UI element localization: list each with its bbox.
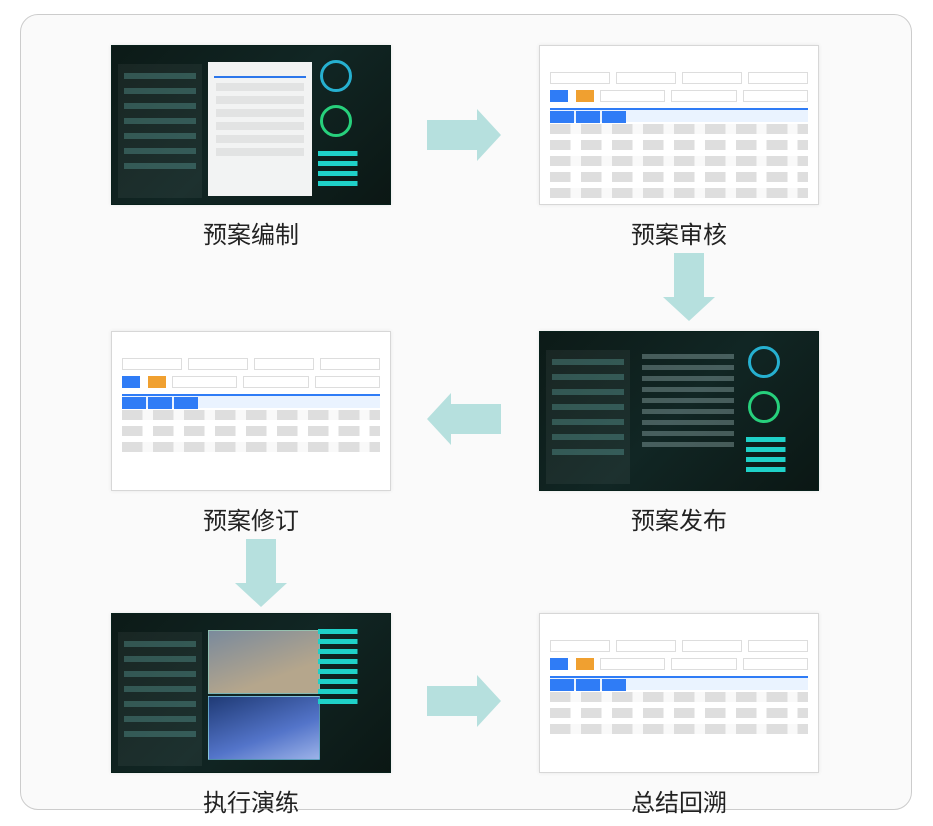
arrow-review-publish [663,253,715,321]
step-review: 预案审核 [539,45,819,250]
caption-review: 预案审核 [631,215,727,250]
arrow-compile-review [427,109,501,161]
step-compile: 预案编制 [111,45,391,250]
diagram-frame: 预案编制 预案审核 [20,14,912,810]
arrow-revise-drill [235,539,287,607]
caption-publish: 预案发布 [631,501,727,536]
arrow-drill-summary [427,675,501,727]
thumb-review [539,45,819,205]
caption-revise: 预案修订 [203,501,299,536]
thumb-compile [111,45,391,205]
step-drill: 执行演练 [111,613,391,818]
arrow-publish-revise [427,393,501,445]
caption-compile: 预案编制 [203,215,299,250]
thumb-drill [111,613,391,773]
step-revise: 预案修订 [111,331,391,536]
caption-drill: 执行演练 [203,783,299,818]
thumb-summary [539,613,819,773]
step-summary: 总结回溯 [539,613,819,818]
step-publish: 预案发布 [539,331,819,536]
thumb-revise [111,331,391,491]
thumb-publish [539,331,819,491]
caption-summary: 总结回溯 [631,783,727,818]
